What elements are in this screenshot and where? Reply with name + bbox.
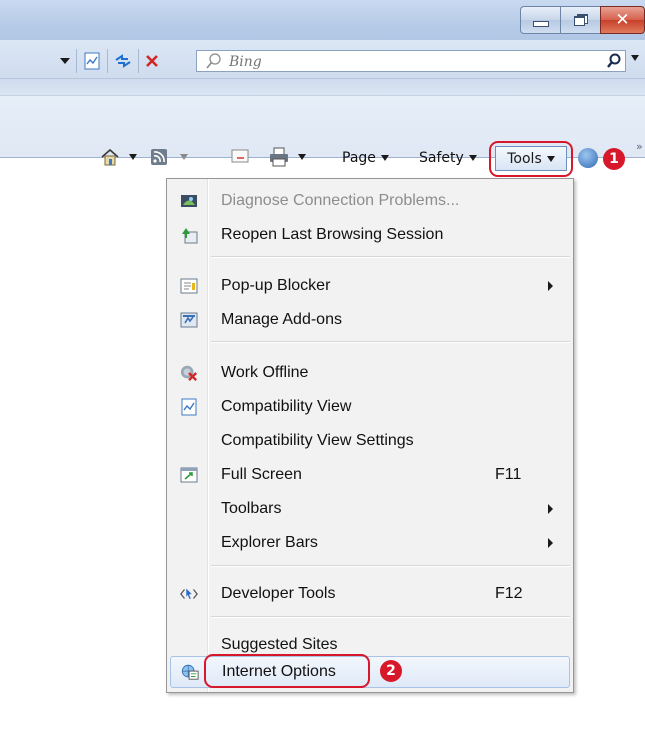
shortcut-label: F12 <box>495 585 523 602</box>
compatibility-view-icon <box>180 398 198 416</box>
menu-item-label: Pop-up Blocker <box>221 277 331 294</box>
menu-item-label: Full Screen <box>221 466 302 483</box>
page-menu-button[interactable]: Page <box>342 150 389 166</box>
menu-item-label: Developer Tools <box>221 585 336 602</box>
menu-item-full-screen[interactable]: Full Screen F11 <box>167 458 573 492</box>
step-1-badge: 1 <box>603 148 625 170</box>
menu-item-developer-tools[interactable]: Developer Tools F12 <box>167 577 573 611</box>
full-screen-icon <box>180 466 198 484</box>
menu-item-toolbars[interactable]: Toolbars <box>167 492 573 526</box>
developer-tools-icon <box>180 585 198 603</box>
menu-separator <box>211 565 570 566</box>
diagnose-icon <box>180 192 198 210</box>
address-tools <box>56 49 165 73</box>
minimize-icon <box>532 21 549 27</box>
work-offline-icon <box>180 364 198 382</box>
page-menu-label: Page <box>342 150 376 166</box>
stop-button[interactable] <box>139 49 165 73</box>
restore-icon <box>573 14 588 26</box>
maximize-button[interactable] <box>560 6 600 34</box>
menu-item-label: Work Offline <box>221 364 309 381</box>
menu-item-manage-add-ons[interactable]: Manage Add-ons <box>167 303 573 337</box>
window-controls: ✕ <box>520 6 645 34</box>
print-icon <box>270 147 288 167</box>
home-icon <box>101 148 119 166</box>
menu-item-compatibility-view[interactable]: Compatibility View <box>167 390 573 424</box>
menu-item-label: Toolbars <box>221 500 282 517</box>
safety-menu-label: Safety <box>419 150 464 166</box>
search-options-chevron-icon[interactable] <box>631 55 639 61</box>
menu-separator <box>211 256 570 257</box>
home-button[interactable] <box>100 147 137 167</box>
menu-item-label: Explorer Bars <box>221 534 318 551</box>
chevron-down-icon[interactable] <box>298 154 306 160</box>
popup-blocker-icon <box>180 277 198 295</box>
feeds-icon <box>151 149 167 165</box>
menu-item-work-offline[interactable]: Work Offline <box>167 356 573 390</box>
chevron-down-icon <box>60 58 70 64</box>
stop-icon <box>146 55 158 67</box>
menu-item-label: Compatibility View <box>221 398 352 415</box>
print-button[interactable] <box>268 147 306 167</box>
minimize-button[interactable] <box>520 6 560 34</box>
chevron-down-icon[interactable] <box>129 154 137 160</box>
search-provider-icon <box>206 53 221 69</box>
submenu-arrow-icon <box>548 504 553 514</box>
address-dropdown-button[interactable] <box>56 49 77 73</box>
safety-menu-button[interactable]: Safety <box>419 150 477 166</box>
menu-item-reopen-last-browsing-session[interactable]: Reopen Last Browsing Session <box>167 218 573 252</box>
tab-strip <box>0 79 645 96</box>
address-bar <box>0 40 645 79</box>
menu-item-diagnose-connection-problems: Diagnose Connection Problems... <box>167 184 573 218</box>
reopen-session-icon <box>180 226 198 244</box>
internet-options-callout-ring <box>204 654 370 688</box>
shortcut-label: F11 <box>495 466 522 483</box>
tools-menu: Diagnose Connection Problems... Reopen L… <box>166 178 574 693</box>
submenu-arrow-icon <box>548 281 553 291</box>
read-mail-button[interactable] <box>231 149 249 163</box>
menu-separator <box>211 341 570 342</box>
submenu-arrow-icon <box>548 538 553 548</box>
compatibility-view-button[interactable] <box>77 49 108 73</box>
close-window-button[interactable]: ✕ <box>600 6 645 34</box>
search-icon[interactable] <box>605 52 623 70</box>
tools-callout-ring <box>489 141 573 177</box>
menu-item-label: Manage Add-ons <box>221 311 342 328</box>
addons-icon <box>180 311 198 329</box>
more-commands-chevron-icon[interactable]: » <box>636 140 643 153</box>
chevron-down-icon <box>468 155 477 161</box>
menu-separator <box>211 616 570 617</box>
compatibility-view-icon <box>84 52 100 70</box>
close-icon: ✕ <box>615 10 630 30</box>
mail-icon <box>231 149 249 163</box>
refresh-button[interactable] <box>108 49 139 73</box>
search-box[interactable] <box>196 50 639 72</box>
menu-item-explorer-bars[interactable]: Explorer Bars <box>167 526 573 560</box>
chevron-down-icon <box>380 155 389 161</box>
menu-item-compatibility-view-settings[interactable]: Compatibility View Settings <box>167 424 573 458</box>
internet-options-icon <box>181 663 199 681</box>
menu-item-popup-blocker[interactable]: Pop-up Blocker <box>167 269 573 303</box>
step-2-badge: 2 <box>380 660 402 682</box>
menu-item-label: Compatibility View Settings <box>221 432 414 449</box>
help-icon[interactable] <box>578 148 598 168</box>
menu-item-label: Reopen Last Browsing Session <box>221 226 444 243</box>
menu-item-label: Diagnose Connection Problems... <box>221 192 460 209</box>
chevron-down-icon[interactable] <box>180 154 188 160</box>
search-input[interactable] <box>227 53 571 71</box>
refresh-icon <box>115 54 131 68</box>
feeds-button[interactable] <box>150 148 188 166</box>
